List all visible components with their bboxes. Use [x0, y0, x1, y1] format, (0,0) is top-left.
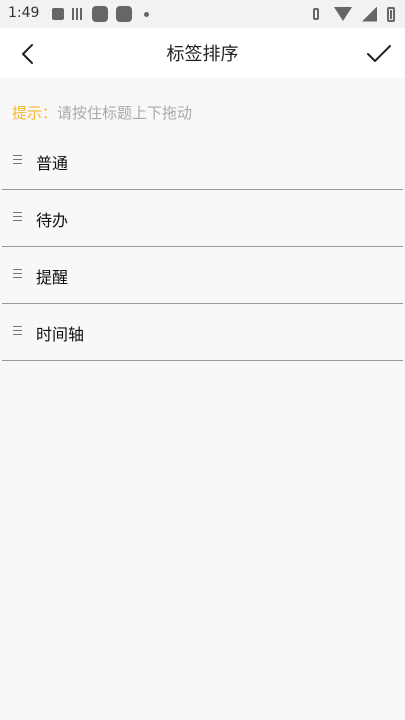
app-icon — [52, 8, 64, 20]
page-title: 标签排序 — [166, 44, 239, 65]
vibrate-icon — [308, 6, 324, 22]
tag-item-timeline[interactable]: 时间轴 — [2, 304, 403, 361]
drag-handle-icon[interactable] — [13, 326, 22, 336]
tag-label: 时间轴 — [36, 325, 85, 344]
confirm-button[interactable] — [363, 38, 395, 70]
status-time: 1:49 — [8, 5, 40, 21]
status-right-icons — [308, 6, 395, 22]
drag-handle-icon[interactable] — [13, 155, 22, 165]
drag-hint: 提示：请按住标题上下拖动 — [12, 102, 192, 123]
wifi-icon — [334, 7, 352, 21]
status-left-icons — [52, 6, 149, 22]
hint-label: 提示： — [12, 104, 58, 122]
stripes-icon — [72, 8, 84, 20]
tag-list: 普通 待办 提醒 时间轴 — [0, 133, 405, 361]
tag-label: 普通 — [36, 154, 69, 173]
tag-item-reminder[interactable]: 提醒 — [2, 247, 403, 304]
app-bar: 标签排序 — [0, 28, 405, 78]
square-icon — [116, 6, 132, 22]
check-icon — [367, 45, 391, 62]
status-bar: 1:49 — [0, 0, 405, 28]
tag-item-normal[interactable]: 普通 — [2, 133, 403, 190]
square-icon — [92, 6, 108, 22]
tag-label: 待办 — [36, 211, 69, 230]
hint-text: 请按住标题上下拖动 — [57, 104, 193, 122]
tag-item-todo[interactable]: 待办 — [2, 190, 403, 247]
drag-handle-icon[interactable] — [13, 269, 22, 279]
signal-icon — [362, 6, 377, 22]
battery-icon — [387, 6, 395, 22]
drag-handle-icon[interactable] — [13, 212, 22, 222]
tag-label: 提醒 — [36, 268, 69, 287]
dot-icon — [144, 11, 149, 17]
